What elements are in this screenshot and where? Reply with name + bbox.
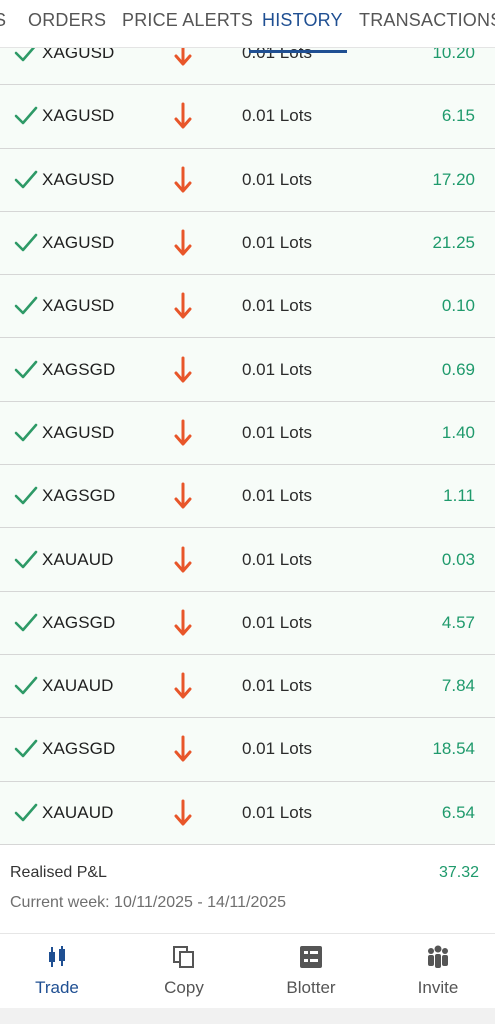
history-row[interactable]: XAGSGD 0.01 Lots 4.57 [0,591,495,655]
instrument-symbol: XAGSGD [42,739,116,759]
history-row[interactable]: XAGSGD 0.01 Lots 1.11 [0,465,495,529]
volume-lots: 0.01 Lots [242,169,312,189]
nav-trade-label: Trade [35,978,79,997]
copy-icon [173,946,194,968]
check-icon [14,676,38,695]
instrument-symbol: XAGUSD [42,233,115,253]
volume-lots: 0.01 Lots [242,739,312,759]
arrow-down-icon [174,609,192,636]
realised-pl-summary: Realised P&L 37.32 Current week: 10/11/2… [0,846,495,934]
volume-lots: 0.01 Lots [242,106,312,126]
nav-trade[interactable]: Trade [7,936,107,1008]
instrument-symbol: XAGUSD [42,422,115,442]
instrument-symbol: XAUAUD [42,549,114,569]
instrument-symbol: XAGSGD [42,359,116,379]
volume-lots: 0.01 Lots [242,676,312,696]
profit-value: 18.54 [432,739,475,759]
arrow-down-icon [174,419,192,446]
instrument-symbol: XAUAUD [42,802,114,822]
check-icon [14,740,38,758]
bottom-nav: Trade Copy Blotter Invite [0,936,495,1008]
realised-pl-value: 37.32 [438,864,479,881]
check-icon [14,233,38,252]
profit-value: 6.54 [441,802,475,822]
history-row[interactable]: XAGUSD 0.01 Lots 6.15 [0,85,495,149]
history-row[interactable]: XAGUSD 0.01 Lots 17.20 [0,148,495,212]
profit-value: 1.40 [441,422,475,442]
nav-invite-label: Invite [417,978,459,997]
history-row[interactable]: XAGSGD 0.01 Lots 0.69 [0,338,495,402]
volume-lots: 0.01 Lots [242,422,312,442]
tab-price-alerts[interactable]: PRICE ALERTS [122,0,253,48]
profit-value: 17.20 [432,169,475,189]
check-icon [14,550,38,568]
volume-lots: 0.01 Lots [242,612,312,632]
check-icon [14,107,38,125]
history-row[interactable]: XAUAUD 0.01 Lots 6.54 [0,781,495,845]
profit-value: 0.69 [441,359,475,379]
arrow-down-icon [174,672,192,699]
volume-lots: 0.01 Lots [242,359,312,379]
volume-lots: 0.01 Lots [242,233,312,253]
instrument-symbol: XAGUSD [42,169,115,189]
nav-copy-label: Copy [164,978,204,997]
tab-partial[interactable]: S [0,0,6,48]
blotter-icon [300,946,322,968]
profit-value: 0.10 [441,296,475,316]
instrument-symbol: XAUAUD [42,676,114,696]
instrument-symbol: XAGUSD [42,296,115,316]
arrow-down-icon [174,356,192,383]
profit-value: 1.11 [443,486,475,506]
nav-blotter-label: Blotter [286,978,336,997]
check-icon [14,423,38,442]
nav-copy[interactable]: Copy [134,936,234,1008]
app-screen: XAGUSD0.01 Lots10.20XAGUSD0.01 Lots6.15X… [0,0,495,1024]
realised-pl-label: Realised P&L [10,864,107,881]
check-icon [14,803,38,822]
history-list[interactable]: XAGUSD0.01 Lots10.20XAGUSD0.01 Lots6.15X… [0,22,495,845]
tab-transactions[interactable]: TRANSACTIONS [359,0,495,48]
history-row[interactable]: XAGUSD 0.01 Lots 0.10 [0,275,495,339]
check-icon [14,170,38,189]
candlestick-icon [49,946,65,967]
check-icon [14,613,38,632]
system-gesture-bar [0,1008,495,1024]
history-row[interactable]: XAGUSD 0.01 Lots 21.25 [0,211,495,276]
profit-value: 4.57 [441,612,475,632]
active-tab-indicator [249,50,347,53]
check-icon [14,297,38,315]
nav-invite[interactable]: Invite [388,936,488,1008]
instrument-symbol: XAGUSD [42,106,115,126]
history-row[interactable]: XAUAUD 0.01 Lots 0.03 [0,528,495,592]
volume-lots: 0.01 Lots [242,802,312,822]
history-row[interactable]: XAGUSD 0.01 Lots 1.40 [0,401,495,466]
tab-bar: S ORDERS PRICE ALERTS HISTORY TRANSACTIO… [0,0,495,48]
arrow-down-icon [174,292,192,319]
tab-history[interactable]: HISTORY [262,0,343,48]
arrow-down-icon [174,482,192,509]
tab-orders[interactable]: ORDERS [28,0,106,48]
arrow-down-icon [174,799,192,826]
people-icon [428,945,448,968]
profit-value: 6.15 [441,106,475,126]
check-icon [14,360,38,378]
instrument-symbol: XAGSGD [42,486,116,506]
arrow-down-icon [174,735,192,762]
arrow-down-icon [174,546,192,573]
period-label: Current week: 10/11/2025 - 14/11/2025 [10,894,287,911]
arrow-down-icon [174,166,192,193]
volume-lots: 0.01 Lots [242,486,312,506]
check-icon [14,486,38,505]
profit-value: 7.84 [441,676,475,696]
volume-lots: 0.01 Lots [242,296,312,316]
history-row[interactable]: XAGSGD 0.01 Lots 18.54 [0,718,495,782]
history-row[interactable]: XAUAUD 0.01 Lots 7.84 [0,654,495,719]
arrow-down-icon [174,229,192,256]
profit-value: 21.25 [432,233,475,253]
profit-value: 0.03 [441,549,475,569]
nav-blotter[interactable]: Blotter [261,936,361,1008]
arrow-down-icon [174,102,192,129]
volume-lots: 0.01 Lots [242,549,312,569]
instrument-symbol: XAGSGD [42,612,116,632]
